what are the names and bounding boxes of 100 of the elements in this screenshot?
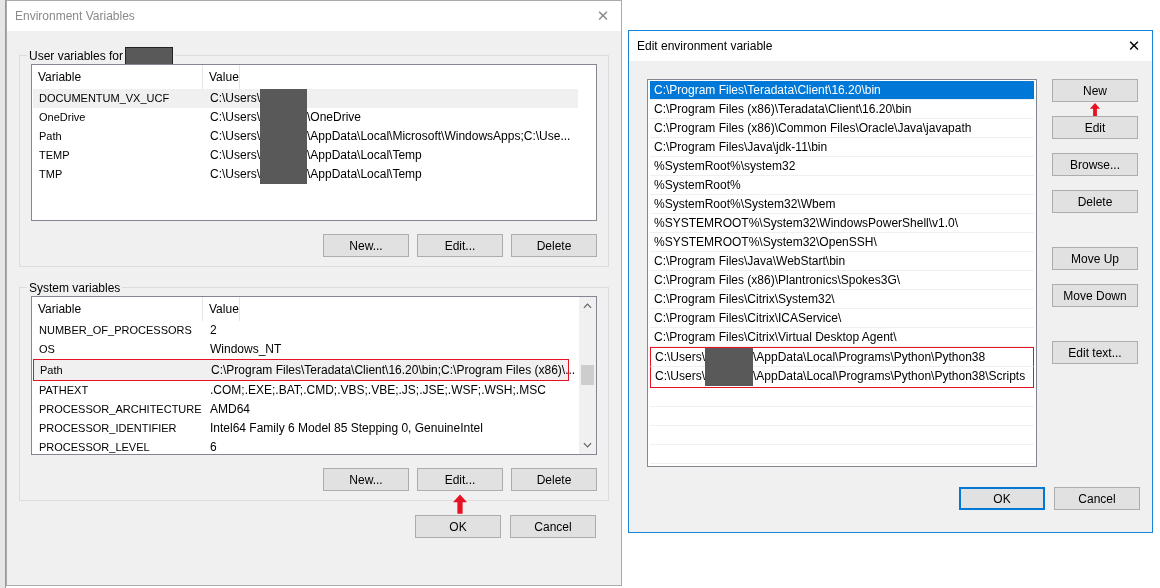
table-row[interactable]: DOCUMENTUM_VX_UCF C:\Users\ (33, 89, 578, 108)
dialog-button[interactable]: Edit... (417, 234, 503, 257)
dialog-button[interactable]: Cancel (510, 515, 596, 538)
dialog-button[interactable]: OK (415, 515, 501, 538)
table-cell-text: OS (38, 342, 56, 357)
table-cell-text: \AppData\Local\Temp (307, 166, 422, 183)
list-item[interactable]: %SYSTEMROOT%\System32\OpenSSH\ (650, 233, 1034, 252)
close-button[interactable]: ✕ (585, 1, 621, 31)
item-text: C:\Program Files\Citrix\Virtual Desktop Agent\ (654, 329, 897, 346)
table-cell-text: Windows_NT (210, 341, 282, 358)
item-text: C:\Program Files (x86)\Teradata\Client\16.20\bin (654, 101, 912, 118)
item-text: %SYSTEMROOT%\System32\WindowsPowerShell\v1.0\ (654, 215, 959, 232)
table-cell-text: PROCESSOR_LEVEL (38, 440, 151, 454)
table-cell-text: Path (38, 129, 63, 144)
list-item[interactable]: %SystemRoot%\system32 (650, 157, 1034, 176)
item-text: C:\Users\ (655, 368, 705, 385)
item-text: C:\Program Files\Citrix\ICAService\ (654, 310, 842, 327)
dialog-button[interactable]: Cancel (1054, 487, 1140, 510)
table-row[interactable]: Path C:\Users\ \AppData\Local\Microsoft\WindowsApps;C:\Use... (33, 127, 578, 146)
table-cell-text: AMD64 (210, 401, 250, 418)
table-row[interactable]: TMP C:\Users\ \AppData\Local\Temp (33, 165, 578, 184)
table-cell-text: PROCESSOR_IDENTIFIER (38, 421, 178, 436)
table-row[interactable]: PROCESSOR_LEVEL 6 (33, 438, 561, 454)
list-item[interactable]: C:\Program Files\Teradata\Client\16.20\bin (650, 81, 1034, 100)
table-cell-text: C:\Users\ (210, 166, 260, 183)
item-text: C:\Program Files\Teradata\Client\16.20\bin (654, 82, 881, 99)
window-title: Edit environment variable (637, 39, 773, 53)
table-cell-text: .COM;.EXE;.BAT;.CMD;.VBS;.VBE;.JS;.JSE;.WSF;.WSH;.MSC (210, 382, 546, 399)
table-row[interactable]: NUMBER_OF_PROCESSORS 2 (33, 321, 561, 340)
arrow-icon (453, 494, 467, 514)
window-title: Environment Variables (15, 9, 135, 23)
list-item[interactable]: C:\Users\ \AppData\Local\Programs\Python\Python38 (650, 347, 1034, 367)
table-row[interactable]: TEMP C:\Users\ \AppData\Local\Temp (33, 146, 578, 165)
dialog-button[interactable]: Delete (1052, 190, 1138, 213)
list-item[interactable]: C:\Program Files (x86)\Plantronics\Spokes3G\ (650, 271, 1034, 290)
table-cell-text: TMP (38, 167, 64, 182)
item-text: %SystemRoot%\system32 (654, 158, 796, 175)
item-text: C:\Program Files (x86)\Common Files\Oracle\Java\javapath (654, 120, 972, 137)
item-text: %SystemRoot%\System32\Wbem (654, 196, 836, 213)
scroll-thumb[interactable] (581, 365, 594, 385)
list-item[interactable]: C:\Program Files\Java\jdk-11\bin (650, 138, 1034, 157)
table-cell-text: \AppData\Local\Temp (307, 147, 422, 164)
table-row[interactable]: OS Windows_NT (33, 340, 561, 359)
dialog-button[interactable]: Delete (511, 468, 597, 491)
table-cell-text: C:\Users\ (210, 90, 260, 107)
arrow-icon (1089, 103, 1101, 117)
table-row[interactable]: OneDrive C:\Users\ \OneDrive (33, 108, 578, 127)
dialog-button[interactable]: Browse... (1052, 153, 1138, 176)
table-cell-text: \OneDrive (307, 109, 362, 126)
item-text: C:\Program Files\Java\WebStart\bin (654, 253, 846, 270)
table-cell-text: \AppData\Local\Microsoft\WindowsApps;C:\Use... (307, 128, 571, 145)
list-item[interactable]: C:\Program Files\Java\WebStart\bin (650, 252, 1034, 271)
group-label: System variables (29, 280, 121, 295)
table-cell-text: Path (39, 363, 64, 378)
list-item[interactable]: %SystemRoot% (650, 176, 1034, 195)
list-item[interactable]: C:\Program Files\Citrix\ICAService\ (650, 309, 1034, 328)
table-cell-text: C:\Users\ (210, 109, 260, 126)
item-text: C:\Program Files\Java\jdk-11\bin (654, 139, 828, 156)
list-item[interactable]: %SystemRoot%\System32\Wbem (650, 195, 1034, 214)
dialog-button[interactable]: OK (959, 487, 1045, 510)
group-label: User variables for (29, 48, 124, 63)
item-text: C:\Users\ (655, 349, 705, 366)
dialog-button[interactable]: Move Up (1052, 247, 1138, 270)
table-cell-text: TEMP (38, 148, 71, 163)
table-row[interactable]: PROCESSOR_ARCHITECTURE AMD64 (33, 400, 561, 419)
dialog-button[interactable]: Move Down (1052, 284, 1138, 307)
dialog-button[interactable]: Delete (511, 234, 597, 257)
item-text: \AppData\Local\Programs\Python\Python38 (753, 349, 986, 366)
column-header[interactable]: Variable (32, 297, 203, 321)
dialog-button[interactable]: New (1052, 79, 1138, 102)
table-cell-text: Intel64 Family 6 Model 85 Stepping 0, GenuineIntel (210, 420, 483, 437)
table-row[interactable]: PROCESSOR_IDENTIFIER Intel64 Family 6 Model 85 Stepping 0, GenuineIntel (33, 419, 561, 438)
list-item[interactable]: C:\Program Files\Citrix\System32\ (650, 290, 1034, 309)
dialog-button[interactable]: Edit text... (1052, 341, 1138, 364)
list-item[interactable]: %SYSTEMROOT%\System32\WindowsPowerShell\v1.0\ (650, 214, 1034, 233)
dialog-button[interactable]: New... (323, 234, 409, 257)
table-cell-text: C:\Users\ (210, 128, 260, 145)
dialog-button[interactable]: Edit... (417, 468, 503, 491)
column-header[interactable]: Value (203, 297, 240, 321)
table-cell-text: 6 (210, 439, 217, 454)
item-text: %SYSTEMROOT%\System32\OpenSSH\ (654, 234, 877, 251)
scroll-up-icon[interactable] (583, 303, 592, 309)
close-button[interactable]: ✕ (1116, 31, 1152, 61)
list-item[interactable]: C:\Users\ \AppData\Local\Programs\Python\Python38\Scripts (650, 367, 1034, 388)
table-cell-text: C:\Users\ (210, 147, 260, 164)
table-cell-text: 2 (210, 322, 217, 339)
table-row[interactable]: PATHEXT .COM;.EXE;.BAT;.CMD;.VBS;.VBE;.JS;.JSE;.WSF;.WSH;.MSC (33, 381, 561, 400)
item-text: %SystemRoot% (654, 177, 741, 194)
table-cell-text: OneDrive (38, 110, 87, 125)
table-cell-text: PATHEXT (38, 383, 90, 398)
scrollbar[interactable] (579, 297, 596, 454)
list-item[interactable]: C:\Program Files\Citrix\Virtual Desktop Agent\ (650, 328, 1034, 347)
item-text: C:\Program Files (x86)\Plantronics\Spokes3G\ (654, 272, 901, 289)
list-item[interactable]: C:\Program Files (x86)\Common Files\Oracle\Java\javapath (650, 119, 1034, 138)
item-text: C:\Program Files\Citrix\System32\ (654, 291, 835, 308)
table-cell-text: NUMBER_OF_PROCESSORS (38, 323, 193, 338)
scroll-down-icon[interactable] (583, 442, 592, 448)
list-item[interactable]: C:\Program Files (x86)\Teradata\Client\16.20\bin (650, 100, 1034, 119)
dialog-button[interactable]: New... (323, 468, 409, 491)
dialog-button[interactable]: Edit (1052, 116, 1138, 139)
